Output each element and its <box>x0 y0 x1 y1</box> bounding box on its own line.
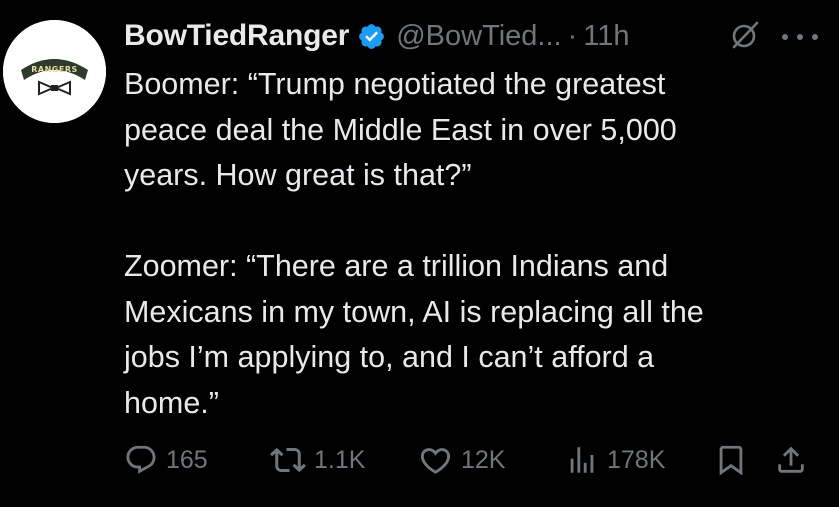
repost-button[interactable]: 1.1K <box>270 440 365 480</box>
handle[interactable]: @BowTied... <box>396 20 561 53</box>
separator-dot: · <box>567 19 578 52</box>
reply-button[interactable]: 165 <box>124 440 208 480</box>
view-count: 178K <box>607 445 666 474</box>
avatar[interactable]: RANGERS <box>3 20 106 123</box>
avatar-logo-text: RANGERS <box>31 65 78 74</box>
grok-icon[interactable] <box>730 20 760 50</box>
share-button[interactable] <box>774 440 808 480</box>
timestamp[interactable]: 11h <box>583 20 629 53</box>
repost-count: 1.1K <box>314 445 366 474</box>
tweet-header: BowTiedRanger @BowTied... · 11h <box>124 14 630 58</box>
bookmark-icon <box>719 445 743 476</box>
bookmark-button[interactable] <box>714 440 748 480</box>
repost-icon <box>270 447 306 473</box>
views-button[interactable]: 178K <box>565 440 665 480</box>
share-icon <box>778 446 804 473</box>
like-button[interactable]: 12K <box>418 440 505 480</box>
reply-count: 165 <box>166 445 208 474</box>
more-icon[interactable] <box>779 30 821 42</box>
action-bar: 165 1.1K 12K 178K <box>0 440 839 480</box>
like-count: 12K <box>461 445 506 474</box>
heart-icon <box>420 447 451 474</box>
display-name[interactable]: BowTiedRanger <box>124 19 349 53</box>
rangers-tab-logo: RANGERS <box>3 20 106 123</box>
tweet-text: Boomer: “Trump negotiated the greatest p… <box>124 67 704 420</box>
reply-icon <box>126 445 156 474</box>
views-chart-icon <box>570 447 594 473</box>
verified-badge-icon[interactable] <box>357 22 386 51</box>
